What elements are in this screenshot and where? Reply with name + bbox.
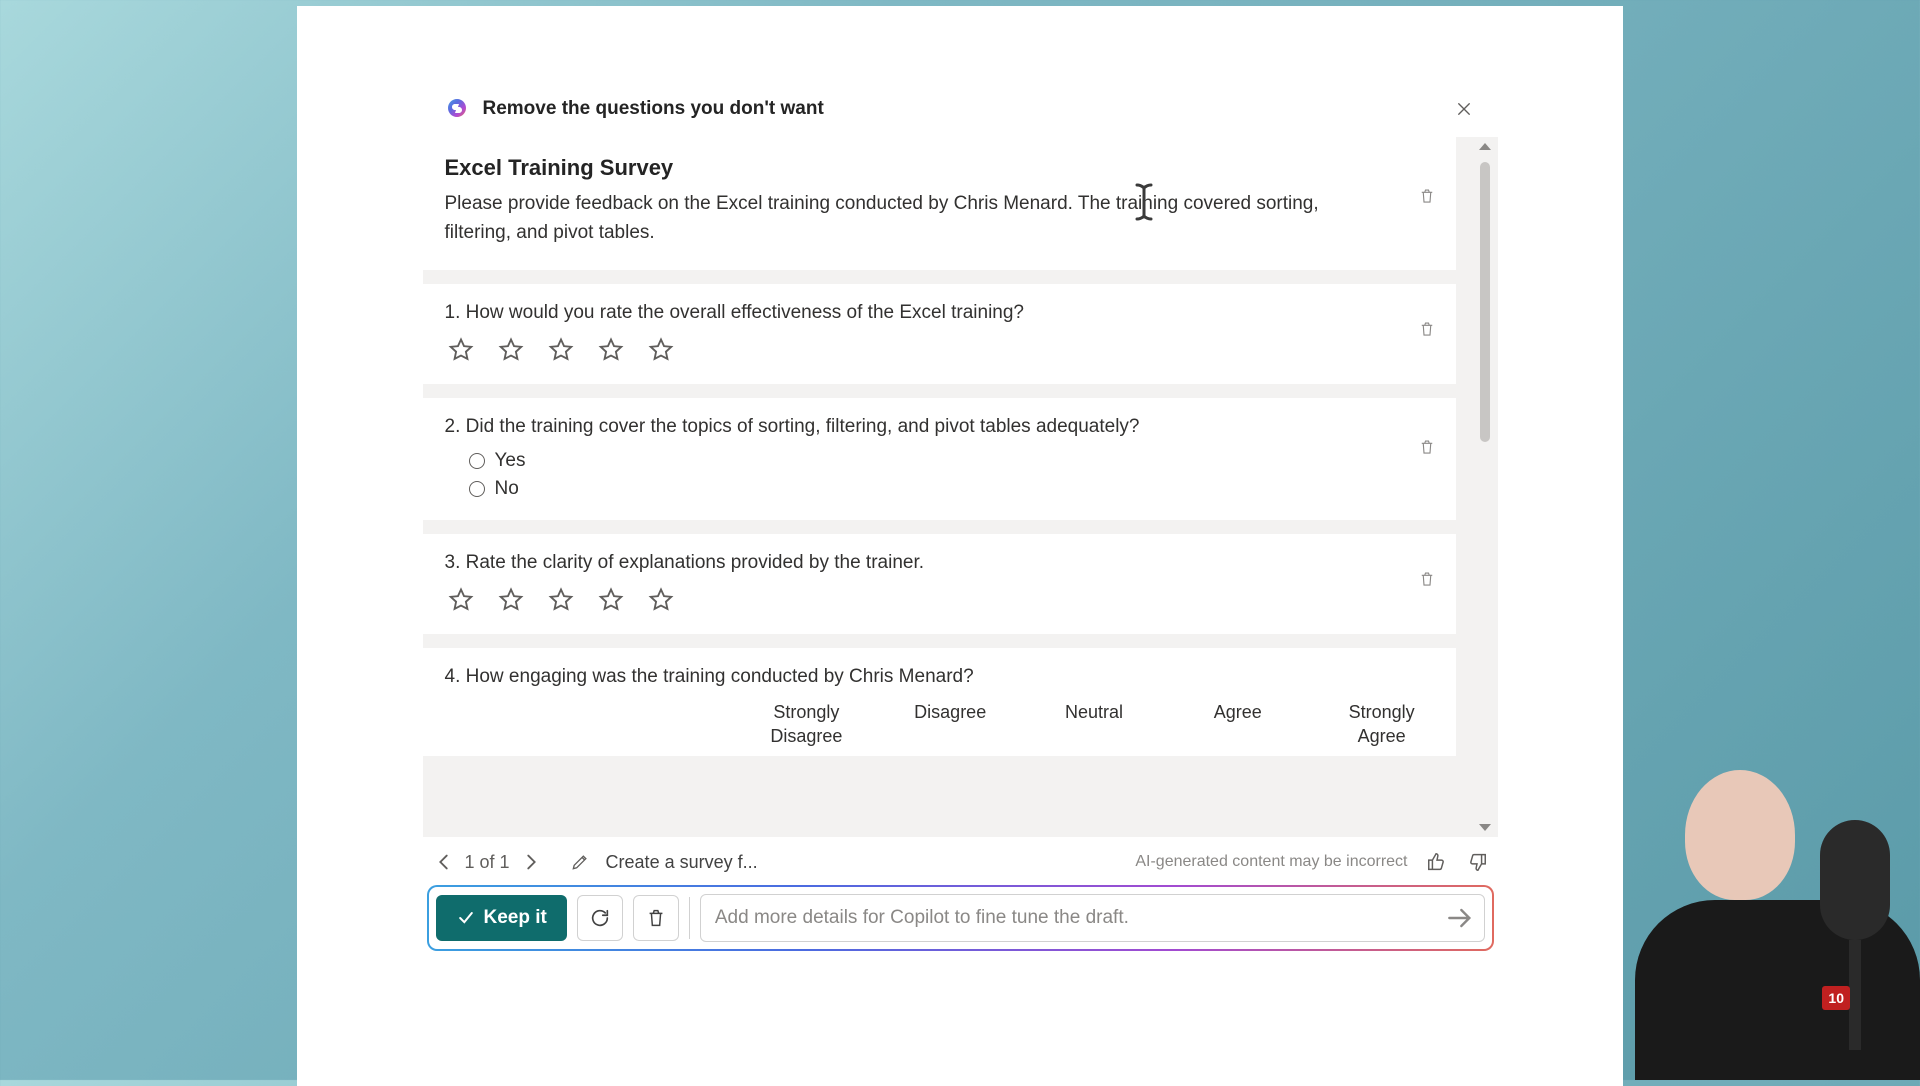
radio-option-no[interactable]: No [469, 478, 1434, 500]
trash-icon [1418, 187, 1436, 205]
survey-header-card[interactable]: Excel Training Survey Please provide fee… [423, 137, 1456, 270]
copilot-icon [445, 97, 469, 121]
chevron-right-icon [520, 851, 542, 873]
discard-button[interactable] [633, 895, 679, 941]
rating-stars [445, 586, 1434, 614]
likert-label: Strongly Disagree [755, 700, 859, 749]
keep-it-label: Keep it [484, 907, 547, 929]
prompt-preview: Create a survey f... [606, 852, 758, 873]
copilot-panel: Remove the questions you don't want Exce… [423, 81, 1498, 951]
refine-input[interactable] [715, 907, 1444, 929]
panel-title: Remove the questions you don't want [483, 98, 1438, 120]
panel-footer: 1 of 1 Create a survey f... AI-generated… [423, 837, 1498, 879]
action-bar: Keep it [427, 885, 1494, 951]
document-canvas: Remove the questions you don't want Exce… [297, 6, 1623, 1086]
rating-stars [445, 336, 1434, 364]
question-text: 2. Did the training cover the topics of … [445, 416, 1434, 438]
thumbs-up-icon [1426, 851, 1448, 873]
radio-options: Yes No [445, 450, 1434, 500]
likert-label: Agree [1186, 700, 1290, 749]
question-card-4[interactable]: 4. How engaging was the training conduct… [423, 648, 1456, 757]
radio-label: Yes [495, 450, 526, 472]
send-button[interactable] [1444, 902, 1476, 934]
question-text: 1. How would you rate the overall effect… [445, 302, 1434, 324]
prev-draft-button[interactable] [433, 851, 455, 873]
next-draft-button[interactable] [520, 851, 542, 873]
ai-disclaimer: AI-generated content may be incorrect [1135, 853, 1407, 871]
check-icon [456, 908, 476, 928]
likert-label: Neutral [1042, 700, 1146, 749]
likert-label: Disagree [898, 700, 1002, 749]
question-card-3[interactable]: 3. Rate the clarity of explanations prov… [423, 534, 1456, 634]
delete-header-button[interactable] [1418, 187, 1438, 207]
arrow-right-icon [1444, 902, 1476, 934]
questions-scroll-area: Excel Training Survey Please provide fee… [423, 137, 1498, 837]
refine-input-wrap [700, 894, 1485, 942]
scroll-up-icon[interactable] [1479, 143, 1491, 150]
keep-it-button[interactable]: Keep it [436, 895, 567, 941]
regenerate-button[interactable] [577, 895, 623, 941]
likert-scale: Strongly Disagree Disagree Neutral Agree… [445, 700, 1434, 749]
radio-icon [469, 481, 485, 497]
delete-question-button[interactable] [1418, 438, 1438, 458]
close-button[interactable] [1452, 97, 1476, 121]
star-2[interactable] [497, 586, 525, 614]
page-indicator: 1 of 1 [465, 852, 510, 873]
trash-icon [1418, 570, 1436, 588]
delete-question-button[interactable] [1418, 570, 1438, 590]
star-3[interactable] [547, 586, 575, 614]
star-3[interactable] [547, 336, 575, 364]
survey-description: Please provide feedback on the Excel tra… [445, 189, 1325, 248]
question-text: 3. Rate the clarity of explanations prov… [445, 552, 1434, 574]
thumbs-down-icon [1466, 851, 1488, 873]
trash-icon [1418, 438, 1436, 456]
star-4[interactable] [597, 586, 625, 614]
divider [689, 897, 690, 939]
star-4[interactable] [597, 336, 625, 364]
panel-header: Remove the questions you don't want [423, 81, 1498, 137]
pencil-icon [570, 852, 590, 872]
survey-title: Excel Training Survey [445, 155, 1434, 181]
star-5[interactable] [647, 336, 675, 364]
thumbs-up-button[interactable] [1426, 851, 1448, 873]
radio-icon [469, 453, 485, 469]
chevron-left-icon [433, 851, 455, 873]
presenter-overlay: 10 [1635, 740, 1920, 1080]
scrollbar-thumb[interactable] [1480, 162, 1490, 442]
trash-icon [645, 907, 667, 929]
likert-label: Strongly Agree [1330, 700, 1434, 749]
radio-option-yes[interactable]: Yes [469, 450, 1434, 472]
close-icon [1455, 100, 1473, 118]
question-text: 4. How engaging was the training conduct… [445, 666, 1434, 688]
star-5[interactable] [647, 586, 675, 614]
questions-list: Excel Training Survey Please provide fee… [423, 137, 1456, 756]
question-card-1[interactable]: 1. How would you rate the overall effect… [423, 284, 1456, 384]
presenter-badge: 10 [1822, 986, 1850, 1010]
star-1[interactable] [447, 586, 475, 614]
star-1[interactable] [447, 336, 475, 364]
thumbs-down-button[interactable] [1466, 851, 1488, 873]
scroll-down-icon[interactable] [1479, 824, 1491, 831]
delete-question-button[interactable] [1418, 320, 1438, 340]
refresh-icon [589, 907, 611, 929]
question-card-2[interactable]: 2. Did the training cover the topics of … [423, 398, 1456, 520]
star-2[interactable] [497, 336, 525, 364]
trash-icon [1418, 320, 1436, 338]
radio-label: No [495, 478, 519, 500]
scrollbar[interactable] [1478, 137, 1492, 837]
